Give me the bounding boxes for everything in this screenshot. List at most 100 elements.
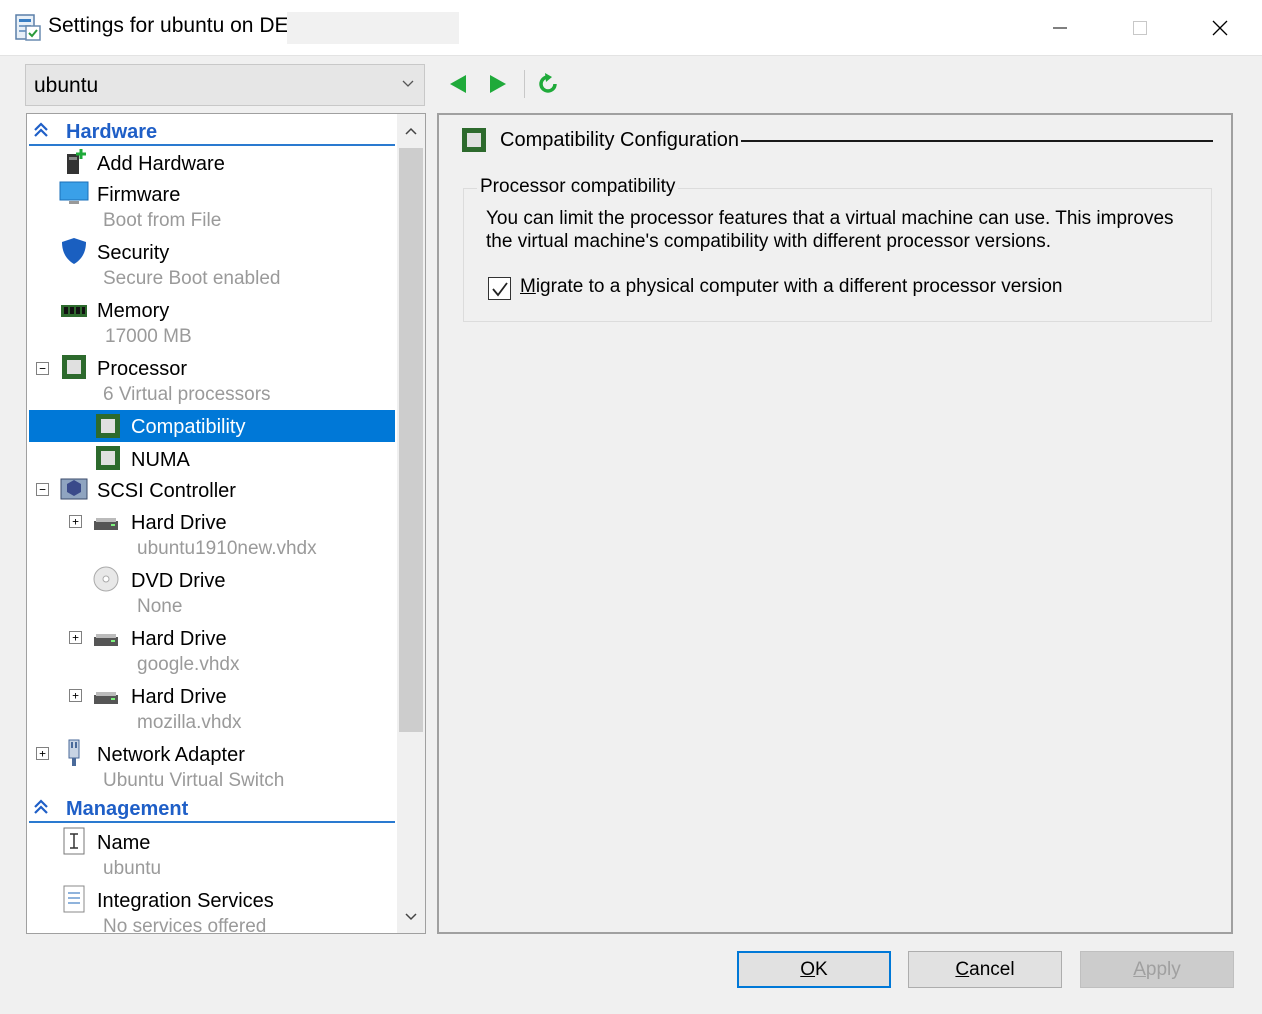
management-section-header[interactable]: Management	[29, 793, 395, 823]
group-title: Processor compatibility	[477, 176, 679, 198]
title-divider	[741, 140, 1213, 142]
integration-services-sub: No services offered	[103, 916, 267, 934]
tree-item-network-adapter[interactable]: + Network Adapter Ubuntu Virtual Switch	[27, 738, 395, 794]
tree-item-name[interactable]: Name ubuntu	[27, 826, 395, 882]
hard-drive-3-label: Hard Drive	[131, 686, 227, 708]
hard-drive-2-sub: google.vhdx	[137, 654, 240, 675]
cancel-button[interactable]: Cancel	[908, 951, 1062, 988]
previous-button[interactable]	[442, 68, 474, 100]
chevron-down-icon	[405, 913, 417, 921]
description-line-1: You can limit the processor features tha…	[486, 208, 1174, 229]
refresh-button[interactable]	[532, 68, 564, 100]
expand-toggle-icon[interactable]: +	[69, 515, 82, 528]
close-button[interactable]	[1180, 0, 1260, 56]
processor-icon	[93, 443, 123, 473]
management-header-label: Management	[66, 798, 189, 820]
collapse-toggle-icon[interactable]: −	[36, 362, 49, 375]
title-bar: Settings for ubuntu on DE	[0, 0, 1262, 56]
hard-drive-3-sub: mozilla.vhdx	[137, 712, 242, 733]
memory-label: Memory	[97, 300, 170, 322]
collapse-section-icon	[34, 799, 48, 814]
compatibility-label: Compatibility	[131, 416, 246, 438]
memory-sub: 17000 MB	[105, 326, 192, 347]
add-hardware-icon	[60, 148, 90, 178]
checkmark-icon	[491, 281, 508, 296]
hardware-section-header[interactable]: Hardware	[29, 116, 395, 146]
dvd-icon	[91, 564, 121, 594]
network-adapter-label: Network Adapter	[97, 744, 245, 766]
collapse-toggle-icon[interactable]: −	[36, 483, 49, 496]
tree-item-security[interactable]: Security Secure Boot enabled	[27, 236, 395, 292]
next-button[interactable]	[482, 68, 514, 100]
hard-drive-icon	[91, 508, 121, 538]
tree-item-hard-drive-2[interactable]: + Hard Drive google.vhdx	[27, 622, 395, 678]
tree-item-dvd-drive[interactable]: DVD Drive None	[27, 564, 395, 620]
chevron-up-icon	[405, 127, 417, 135]
expand-toggle-icon[interactable]: +	[69, 689, 82, 702]
security-sub: Secure Boot enabled	[103, 268, 281, 289]
tree-item-hard-drive-1[interactable]: + Hard Drive ubuntu1910new.vhdx	[27, 506, 395, 562]
shield-icon	[59, 236, 89, 266]
window-title: Settings for ubuntu on DE	[48, 14, 289, 37]
minimize-button[interactable]	[1020, 0, 1100, 56]
tree-item-firmware[interactable]: Firmware Boot from File	[27, 178, 395, 234]
processor-icon	[59, 352, 89, 382]
tree-scrollbar[interactable]	[397, 114, 425, 933]
hard-drive-1-label: Hard Drive	[131, 512, 227, 534]
scsi-controller-label: SCSI Controller	[97, 480, 236, 502]
hard-drive-icon	[91, 624, 121, 654]
numa-label: NUMA	[131, 449, 190, 471]
ok-button[interactable]: OK	[737, 951, 891, 988]
add-hardware-label: Add Hardware	[97, 153, 225, 175]
collapse-section-icon	[34, 122, 48, 137]
processor-icon	[460, 126, 488, 159]
toolbar-separator	[524, 70, 525, 98]
hard-drive-icon	[91, 682, 121, 712]
processor-icon	[93, 411, 123, 441]
settings-tree[interactable]: Hardware Add Hardware Firmware Boot from…	[26, 113, 426, 934]
redacted-host-name	[287, 12, 459, 44]
tree-item-scsi-controller[interactable]: − SCSI Controller	[27, 474, 395, 504]
integration-services-label: Integration Services	[97, 890, 274, 912]
tree-item-add-hardware[interactable]: Add Hardware	[27, 147, 395, 177]
settings-detail-panel: Compatibility Configuration Processor co…	[437, 113, 1233, 934]
maximize-icon	[1133, 21, 1147, 35]
scsi-controller-icon	[59, 474, 89, 504]
maximize-button[interactable]	[1100, 0, 1180, 56]
migrate-checkbox[interactable]	[488, 277, 511, 300]
close-icon	[1212, 20, 1228, 36]
hard-drive-1-sub: ubuntu1910new.vhdx	[137, 538, 317, 559]
firmware-label: Firmware	[97, 184, 181, 206]
minimize-icon	[1053, 27, 1067, 29]
name-icon	[59, 826, 89, 856]
name-label: Name	[97, 832, 151, 854]
migrate-checkbox-label[interactable]: Migrate to a physical computer with a di…	[520, 276, 1062, 298]
processor-label: Processor	[97, 358, 188, 380]
dvd-drive-sub: None	[137, 596, 183, 617]
apply-button[interactable]: Apply	[1080, 951, 1234, 988]
firmware-icon	[59, 178, 89, 208]
scroll-thumb[interactable]	[399, 148, 423, 732]
expand-toggle-icon[interactable]: +	[69, 631, 82, 644]
dvd-drive-label: DVD Drive	[131, 570, 226, 592]
network-adapter-sub: Ubuntu Virtual Switch	[103, 770, 285, 791]
scroll-up-button[interactable]	[397, 114, 425, 148]
vm-select-dropdown[interactable]: ubuntu	[25, 64, 425, 106]
tree-item-memory[interactable]: Memory 17000 MB	[27, 294, 395, 350]
tree-item-hard-drive-3[interactable]: + Hard Drive mozilla.vhdx	[27, 680, 395, 736]
security-label: Security	[97, 242, 170, 264]
name-sub: ubuntu	[103, 858, 162, 879]
tree-item-processor[interactable]: − Processor 6 Virtual processors	[27, 352, 395, 408]
tree-item-numa[interactable]: NUMA	[27, 443, 395, 473]
processor-sub: 6 Virtual processors	[103, 384, 271, 405]
hard-drive-2-label: Hard Drive	[131, 628, 227, 650]
arrow-right-icon	[490, 75, 506, 93]
integration-services-icon	[59, 884, 89, 914]
refresh-icon	[539, 73, 557, 93]
scroll-down-button[interactable]	[397, 900, 425, 933]
expand-toggle-icon[interactable]: +	[36, 747, 49, 760]
tree-item-integration-services[interactable]: Integration Services No services offered	[27, 884, 395, 934]
hardware-header-label: Hardware	[66, 121, 158, 143]
firmware-sub: Boot from File	[103, 210, 222, 231]
tree-item-compatibility[interactable]: Compatibility	[29, 410, 395, 442]
